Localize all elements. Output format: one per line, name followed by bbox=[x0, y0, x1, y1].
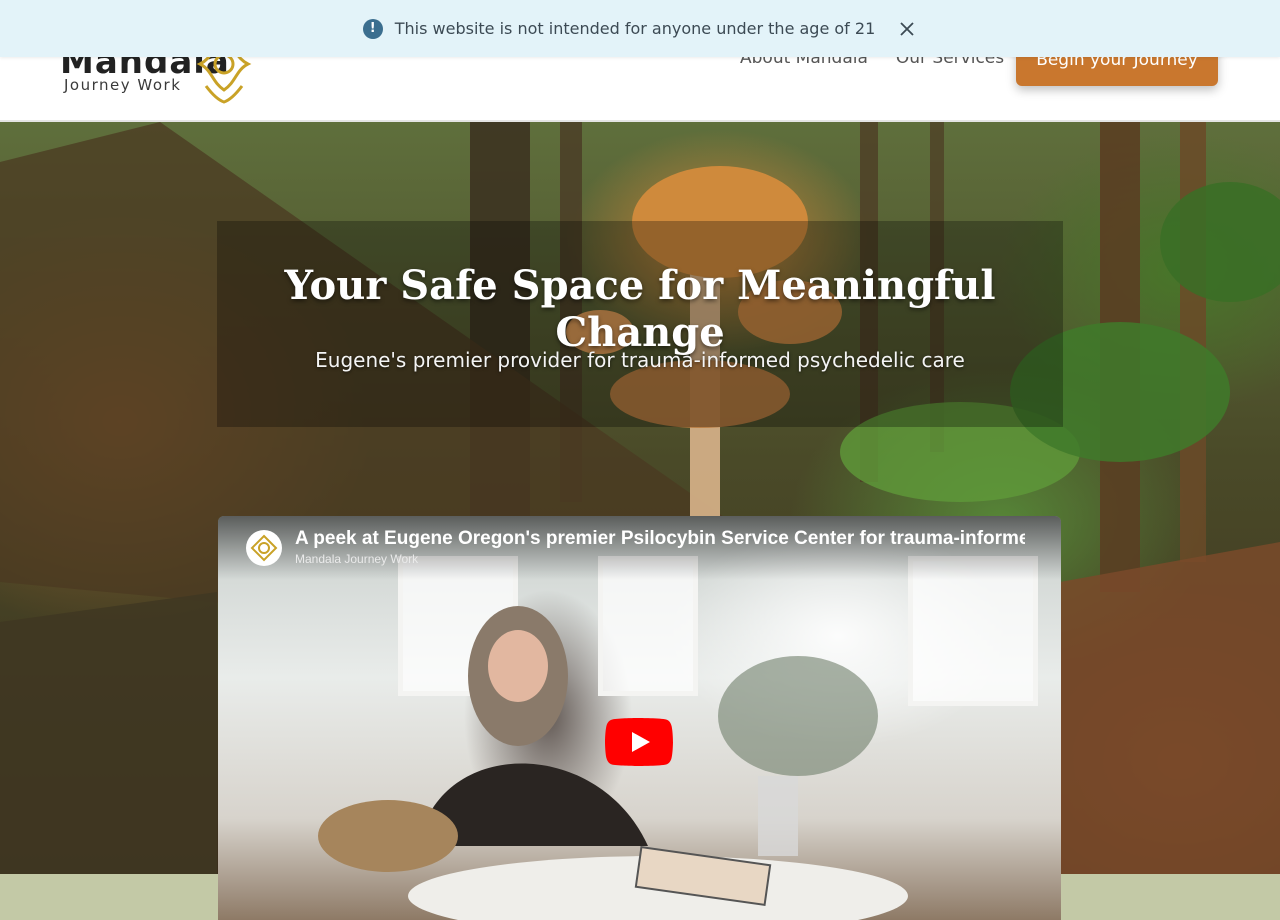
video-embed[interactable]: A peek at Eugene Oregon's premier Psiloc… bbox=[218, 516, 1061, 920]
notice-text: This website is not intended for anyone … bbox=[394, 19, 876, 38]
age-notice-bar: ! This website is not intended for anyon… bbox=[0, 0, 1280, 57]
hero-title: Your Safe Space for Meaningful Change bbox=[284, 262, 996, 356]
close-icon[interactable] bbox=[897, 19, 917, 39]
exclamation-circle-icon: ! bbox=[362, 18, 383, 39]
play-icon[interactable] bbox=[605, 718, 673, 766]
video-channel-name[interactable]: Mandala Journey Work bbox=[295, 552, 418, 566]
logo-subtitle: Journey Work bbox=[64, 76, 182, 94]
hero-subtitle: Eugene's premier provider for trauma-inf… bbox=[315, 348, 965, 372]
video-title[interactable]: A peek at Eugene Oregon's premier Psiloc… bbox=[295, 528, 1025, 550]
channel-avatar[interactable] bbox=[246, 530, 282, 566]
